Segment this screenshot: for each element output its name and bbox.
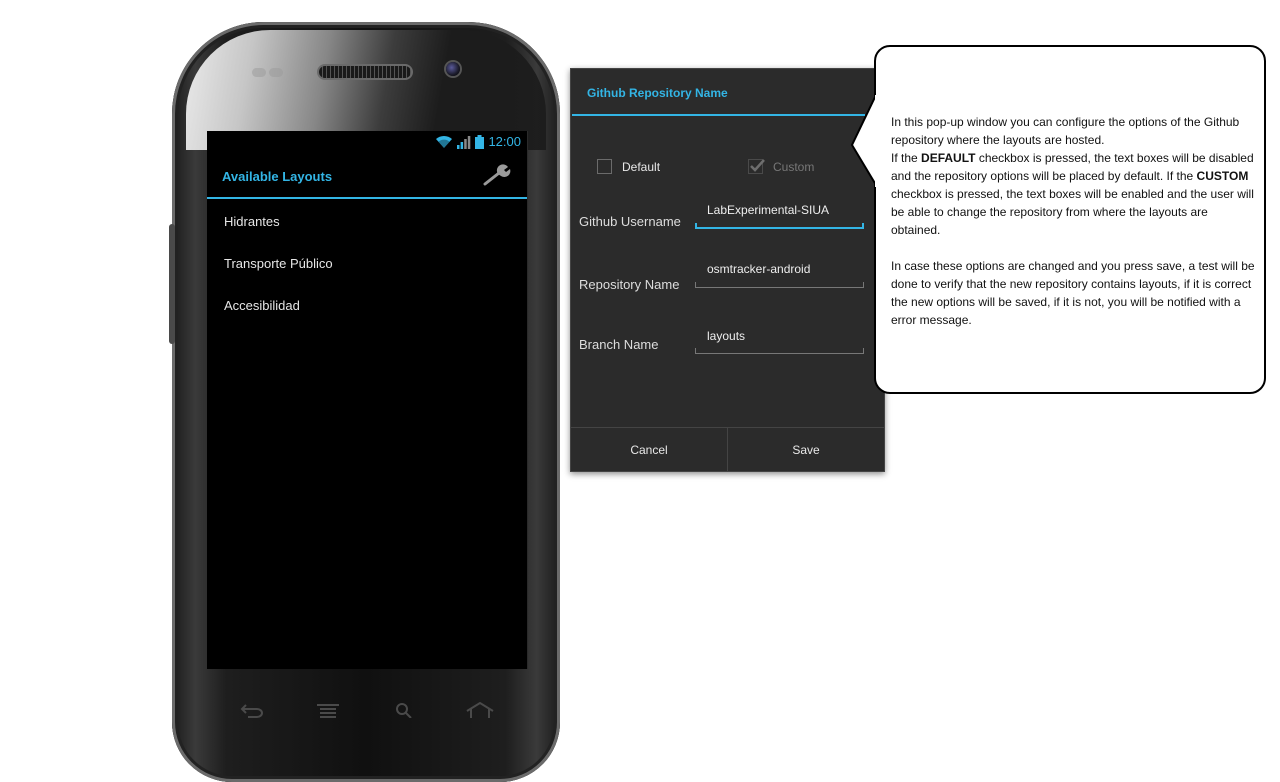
checkmark-icon xyxy=(750,159,765,172)
custom-checkbox-row[interactable]: Custom xyxy=(748,159,814,174)
menu-icon[interactable] xyxy=(316,702,340,718)
callout-custom-keyword: CUSTOM xyxy=(1196,169,1249,183)
save-button[interactable]: Save xyxy=(727,428,884,472)
home-icon[interactable] xyxy=(466,702,494,718)
back-icon[interactable] xyxy=(240,702,264,718)
earpiece-speaker xyxy=(319,66,411,78)
repository-underline xyxy=(695,282,864,288)
branch-label: Branch Name xyxy=(579,337,659,352)
callout-default-keyword: DEFAULT xyxy=(921,151,976,165)
signal-icon xyxy=(457,135,471,149)
callout-paragraph-2: If the DEFAULT checkbox is pressed, the … xyxy=(891,151,1254,237)
help-callout: In this pop-up window you can configure … xyxy=(874,45,1266,394)
status-time: 12:00 xyxy=(488,134,521,149)
branch-underline xyxy=(695,348,864,354)
layout-list: Hidrantes Transporte Público Accesibilid… xyxy=(207,201,527,327)
username-field[interactable] xyxy=(695,198,864,222)
dialog-button-bar: Cancel Save xyxy=(571,427,884,472)
action-bar: Available Layouts xyxy=(207,154,527,199)
list-item[interactable]: Transporte Público xyxy=(207,243,527,285)
front-camera xyxy=(446,62,460,76)
cancel-button[interactable]: Cancel xyxy=(571,428,727,472)
custom-checkbox[interactable] xyxy=(748,159,765,174)
default-checkbox-row[interactable]: Default xyxy=(597,159,660,174)
list-item[interactable]: Hidrantes xyxy=(207,201,527,243)
callout-paragraph-3: In case these options are changed and yo… xyxy=(891,259,1255,327)
repository-label: Repository Name xyxy=(579,277,680,292)
username-underline xyxy=(695,223,864,229)
custom-checkbox-label: Custom xyxy=(773,159,815,174)
username-label: Github Username xyxy=(579,214,681,229)
proximity-sensor xyxy=(252,68,266,77)
callout-pointer xyxy=(850,95,878,187)
battery-icon xyxy=(475,134,485,149)
dialog-title: Github Repository Name xyxy=(587,86,728,100)
callout-paragraph-1: In this pop-up window you can configure … xyxy=(891,115,1240,147)
search-icon[interactable] xyxy=(395,702,415,718)
wifi-icon xyxy=(436,135,453,148)
branch-field[interactable] xyxy=(695,324,864,348)
phone-screen: 12:00 Available Layouts Hidrantes Transp… xyxy=(207,131,528,669)
light-sensor xyxy=(269,68,283,77)
dialog-divider xyxy=(572,114,865,116)
wrench-icon[interactable] xyxy=(483,164,511,186)
repository-dialog: Github Repository Name Default Custom Gi… xyxy=(570,68,885,472)
default-checkbox[interactable] xyxy=(597,159,612,174)
page-title: Available Layouts xyxy=(222,169,333,184)
phone-nav-bar xyxy=(207,696,527,720)
repository-field[interactable] xyxy=(695,257,864,281)
callout-text: In this pop-up window you can configure … xyxy=(891,113,1256,329)
volume-button xyxy=(169,224,175,344)
default-checkbox-label: Default xyxy=(622,159,661,174)
list-item[interactable]: Accesibilidad xyxy=(207,285,527,327)
status-bar: 12:00 xyxy=(207,131,527,154)
